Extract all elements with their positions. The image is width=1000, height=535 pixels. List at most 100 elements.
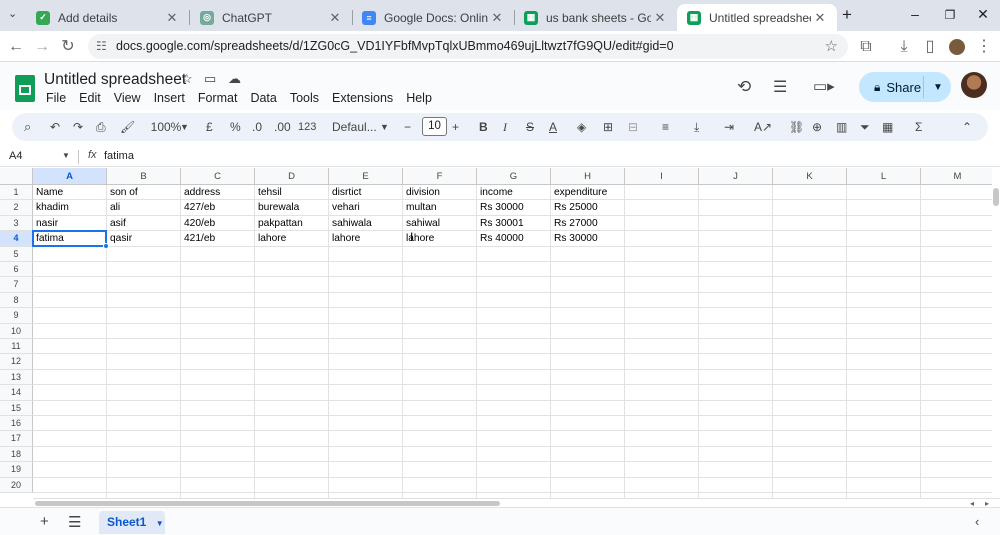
site-info-icon[interactable]: ☷ (96, 34, 107, 59)
extensions-icon[interactable]: ⧉ (855, 36, 877, 58)
bookmark-star-icon[interactable]: ☆ (825, 34, 838, 59)
column-header[interactable]: G (477, 168, 551, 185)
cell[interactable]: sahiwala (329, 216, 403, 231)
browser-menu-icon[interactable]: ⋮ (973, 36, 995, 58)
cell[interactable]: address (181, 185, 255, 200)
cell[interactable]: fatima (33, 231, 107, 246)
column-header[interactable]: B (107, 168, 181, 185)
cloud-status-icon[interactable]: ☁ (228, 71, 241, 87)
cell[interactable]: Rs 27000 (551, 216, 625, 231)
font-size-increase-icon[interactable]: + (452, 118, 459, 136)
menu-item-insert[interactable]: Insert (154, 91, 185, 105)
number-format-button[interactable]: 123 (298, 118, 316, 136)
browser-tab[interactable]: ✓ Add details ✕ (26, 4, 189, 31)
cell[interactable]: ali (107, 200, 181, 215)
spreadsheet-grid[interactable]: A B C D E F G H I J K L M 1 2 3 4 5 6 7 8 9 10 11 12 13 14 15 16 17 18… (0, 168, 992, 498)
bold-icon[interactable]: B (479, 118, 488, 136)
horizontal-scrollbar[interactable]: ◂ ▸ (33, 498, 1000, 508)
account-avatar[interactable] (961, 72, 987, 98)
text-rotation-icon[interactable]: A↗ (754, 118, 772, 136)
column-header[interactable]: L (847, 168, 921, 185)
all-sheets-icon[interactable]: ☰ (68, 513, 81, 531)
vertical-align-icon[interactable]: ⤓ (694, 118, 699, 136)
star-icon[interactable]: ☆ (181, 71, 193, 87)
search-menus-icon[interactable]: ⌕ (24, 118, 31, 136)
strikethrough-icon[interactable]: S (526, 118, 534, 136)
increase-decimal-button[interactable]: .00 (274, 118, 291, 136)
reload-icon[interactable]: ↻ (57, 36, 79, 58)
sheets-logo-icon[interactable] (15, 75, 35, 102)
insert-chart-icon[interactable]: ▥ (836, 118, 847, 136)
redo-icon[interactable]: ↷ (73, 118, 83, 136)
cell[interactable]: sahiwal (403, 216, 477, 231)
cell[interactable]: 421/eb (181, 231, 255, 246)
name-box-dropdown-icon[interactable]: ▼ (62, 151, 70, 160)
cell[interactable]: vehari (329, 200, 403, 215)
row-header[interactable]: 8 (0, 292, 33, 309)
row-header[interactable]: 15 (0, 400, 33, 416)
url-bar[interactable]: ☷ docs.google.com/spreadsheets/d/1ZG0cG_… (88, 34, 848, 59)
restore-icon[interactable]: ❐ (935, 8, 965, 22)
cell[interactable]: 420/eb (181, 216, 255, 231)
cell[interactable]: qasir (107, 231, 181, 246)
insert-comment-icon[interactable]: ⊕ (812, 118, 822, 136)
row-header[interactable]: 10 (0, 323, 33, 339)
menu-item-file[interactable]: File (46, 91, 66, 105)
browser-tab[interactable]: ◎ ChatGPT ✕ (190, 4, 352, 31)
menu-item-extensions[interactable]: Extensions (332, 91, 393, 105)
row-header[interactable]: 3 (0, 215, 33, 232)
new-tab-button[interactable]: + (842, 5, 852, 25)
column-header[interactable]: E (329, 168, 403, 185)
row-header[interactable]: 7 (0, 277, 33, 293)
row-header[interactable]: 19 (0, 462, 33, 478)
undo-icon[interactable]: ↶ (50, 118, 60, 136)
cell[interactable]: lahore (255, 231, 329, 246)
menu-item-edit[interactable]: Edit (79, 91, 101, 105)
horizontal-scroll-thumb[interactable] (35, 501, 500, 506)
column-header[interactable]: C (181, 168, 255, 185)
row-header[interactable]: 1 (0, 185, 33, 201)
insert-link-icon[interactable]: ⛓ (789, 118, 804, 136)
row-header[interactable]: 16 (0, 416, 33, 432)
row-header[interactable]: 12 (0, 354, 33, 370)
cell[interactable]: Name (33, 185, 107, 200)
fill-handle[interactable] (103, 242, 109, 249)
cell[interactable]: Rs 30000 (477, 200, 551, 215)
cell[interactable]: lahore (403, 231, 477, 246)
fill-color-icon[interactable]: ◈ (577, 118, 586, 136)
cell[interactable]: Rs 30000 (551, 231, 625, 246)
profile-avatar-icon[interactable] (949, 39, 965, 55)
version-history-icon[interactable]: ⟲ (737, 77, 751, 97)
select-all-corner[interactable] (0, 168, 33, 185)
tab-close-icon[interactable]: ✕ (488, 10, 506, 26)
row-header[interactable]: 2 (0, 200, 33, 216)
browser-tab[interactable]: ▦ Untitled spreadsheet - Goog✕ (677, 4, 837, 31)
menu-item-view[interactable]: View (114, 91, 141, 105)
row-header[interactable]: 6 (0, 262, 33, 278)
column-header[interactable]: A (33, 168, 107, 185)
currency-format-button[interactable]: £ (206, 118, 213, 136)
column-header[interactable]: I (625, 168, 699, 185)
font-dropdown-icon[interactable]: ▼ (380, 118, 389, 136)
tab-close-icon[interactable]: ✕ (326, 10, 344, 26)
row-header[interactable]: 18 (0, 446, 33, 463)
paint-format-icon[interactable]: 🖌︎ (120, 118, 135, 136)
row-header[interactable]: 17 (0, 431, 33, 447)
sheet-tab-dropdown-icon[interactable]: ▼ (156, 519, 164, 528)
side-panel-icon[interactable]: ▯ (919, 36, 941, 58)
horizontal-align-icon[interactable]: ≡ (662, 118, 669, 136)
row-header[interactable]: 14 (0, 385, 33, 401)
decrease-decimal-button[interactable]: .0 (252, 118, 262, 136)
column-header[interactable]: D (255, 168, 329, 185)
browser-tab[interactable]: ≡ Google Docs: Online Docum✕ (352, 4, 514, 31)
vertical-scrollbar[interactable] (992, 186, 1000, 498)
column-header[interactable]: F (403, 168, 477, 185)
cell[interactable]: Rs 25000 (551, 200, 625, 215)
cell[interactable]: asif (107, 216, 181, 231)
menu-item-format[interactable]: Format (198, 91, 238, 105)
cell[interactable]: expenditure (551, 185, 625, 200)
formula-input[interactable]: fatima (104, 150, 134, 162)
row-header[interactable]: 11 (0, 339, 33, 355)
column-header[interactable]: K (773, 168, 847, 185)
column-header[interactable]: J (699, 168, 773, 185)
